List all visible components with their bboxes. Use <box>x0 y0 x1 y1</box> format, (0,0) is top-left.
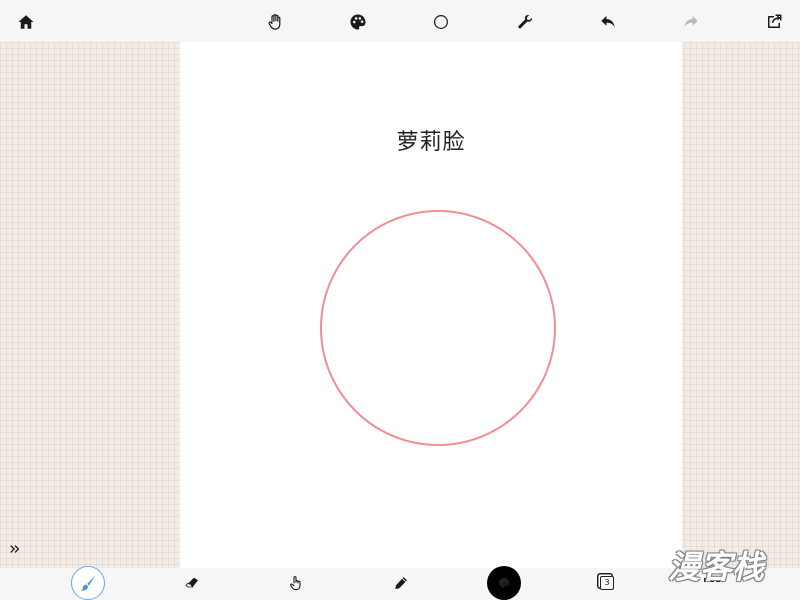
top-toolbar <box>0 0 800 42</box>
hand-icon[interactable] <box>264 11 286 33</box>
pencil-icon[interactable] <box>392 574 410 592</box>
wrench-icon[interactable] <box>514 11 536 33</box>
finger-icon[interactable] <box>287 574 305 592</box>
expand-panel-icon[interactable] <box>8 542 22 556</box>
color-swatch-icon <box>498 577 510 588</box>
canvas-title-text: 萝莉脸 <box>396 130 466 155</box>
circle-icon[interactable] <box>430 11 452 33</box>
layers-icon[interactable]: 3 <box>600 576 614 590</box>
share-icon[interactable] <box>763 11 785 33</box>
brush-tool-button[interactable] <box>71 566 105 600</box>
drawn-circle <box>320 210 556 446</box>
brush-icon <box>80 575 96 591</box>
watermark-logo: 漫客栈 <box>668 548 765 586</box>
eraser-icon[interactable] <box>183 574 201 592</box>
palette-icon[interactable] <box>347 11 369 33</box>
redo-icon[interactable] <box>680 11 702 33</box>
drawing-canvas[interactable]: 萝莉脸 <box>180 42 682 568</box>
undo-icon[interactable] <box>597 11 619 33</box>
home-icon[interactable] <box>15 11 37 33</box>
color-picker-button[interactable] <box>487 566 521 600</box>
